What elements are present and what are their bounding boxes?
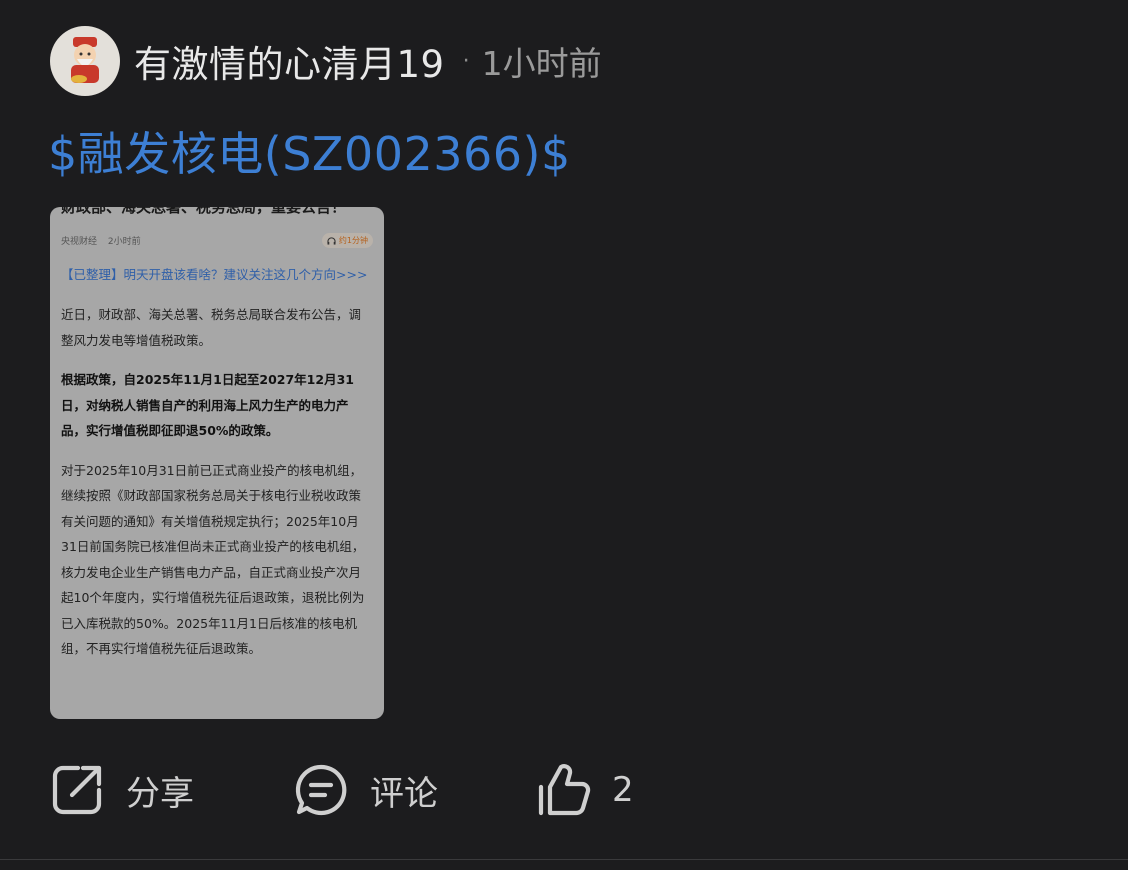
post-time: 1小时前 <box>481 44 602 83</box>
article-meta: 央视财经 2小时前 约1分钟 <box>61 233 373 248</box>
share-label: 分享 <box>126 773 194 814</box>
like-count: 2 <box>612 770 634 810</box>
username[interactable]: 有激情的心清月19 <box>134 34 445 88</box>
post-header: 有激情的心清月19 · 1小时前 <box>50 26 602 96</box>
share-button[interactable]: 分享 <box>50 760 194 820</box>
article-paragraph-2: 根据政策，自2025年11月1日起至2027年12月31日，对纳税人销售自产的利… <box>61 372 354 438</box>
like-button[interactable]: 2 <box>536 760 634 820</box>
article-link: 【已整理】明天开盘该看啥？建议关注这几个方向>>> <box>61 267 368 282</box>
comment-label: 评论 <box>370 773 438 814</box>
avatar[interactable] <box>50 26 120 96</box>
action-bar: 分享 评论 2 <box>50 760 670 820</box>
article-paragraph-1: 近日，财政部、海关总署、税务总局联合发布公告，调整风力发电等增值税政策。 <box>61 307 362 348</box>
separator-dot: · <box>462 48 470 74</box>
article-paragraph-3: 对于2025年10月31日前已正式商业投产的核电机组，继续按照《财政部国家税务总… <box>61 462 365 657</box>
article-screenshot-image[interactable]: 财政部、海关总署、税务总局，重要公告！ 央视财经 2小时前 约1分钟 【已整理】… <box>50 207 384 719</box>
thumbs-up-icon <box>538 764 591 816</box>
article-time: 2小时前 <box>107 237 141 247</box>
listen-badge: 约1分钟 <box>321 233 373 248</box>
comment-icon <box>295 764 347 816</box>
share-icon <box>52 765 102 815</box>
avatar-illustration-icon <box>71 37 99 83</box>
listen-label: 约1分钟 <box>338 236 368 245</box>
comment-button[interactable]: 评论 <box>294 760 438 820</box>
article-title: 财政部、海关总署、税务总局，重要公告！ <box>61 207 347 216</box>
stock-tag-link[interactable]: $融发核电(SZ002366)$ <box>48 118 571 184</box>
divider <box>0 859 1128 860</box>
headphones-icon <box>327 236 336 245</box>
article-source: 央视财经 <box>61 237 98 247</box>
